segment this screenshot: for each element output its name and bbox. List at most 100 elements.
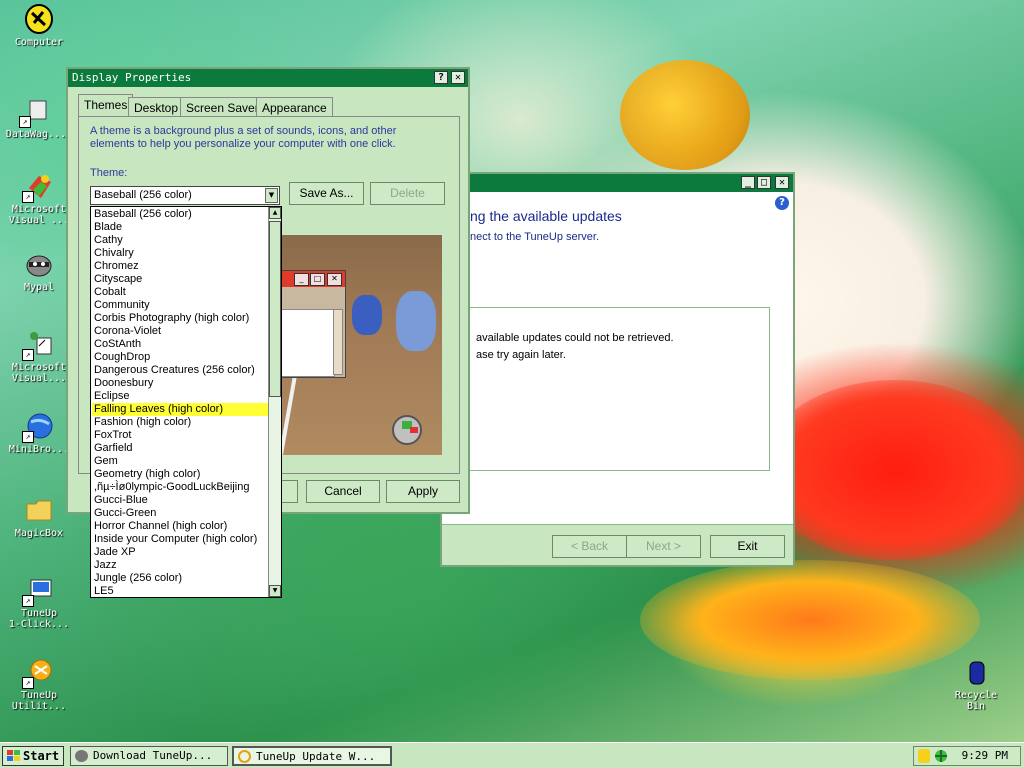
taskbar-item-download-tuneup[interactable]: Download TuneUp...	[70, 746, 228, 766]
theme-option[interactable]: Community	[92, 299, 268, 312]
preview-mini-titlebar: _ □ ✕	[279, 271, 345, 287]
back-button[interactable]: < Back	[552, 535, 627, 558]
shortcut-arrow-icon: ↗	[22, 595, 34, 607]
taskbar-item-label: Download TuneUp...	[93, 749, 213, 762]
computer-icon	[23, 3, 55, 35]
help-icon[interactable]: ?	[775, 196, 789, 210]
theme-option[interactable]: Corbis Photography (high color)	[92, 312, 268, 325]
theme-option[interactable]: Doonesbury	[92, 377, 268, 390]
theme-option[interactable]: LE5	[92, 585, 268, 597]
theme-option[interactable]: Chromez	[92, 260, 268, 273]
preview-baseball-umpire	[396, 291, 436, 351]
theme-option[interactable]: Corona-Violet	[92, 325, 268, 338]
scroll-down-arrow-icon[interactable]: ▼	[269, 585, 281, 597]
visual-studio-icon: ↗	[22, 170, 55, 203]
datawag-icon: ↗	[19, 95, 52, 128]
theme-option[interactable]: Inside your Computer (high color)	[92, 533, 268, 546]
desktop-icon-recycle-bin[interactable]: Recycle Bin	[940, 656, 1012, 712]
tab-appearance[interactable]: Appearance	[256, 97, 333, 117]
exit-button[interactable]: Exit	[710, 535, 785, 558]
next-button[interactable]: Next >	[626, 535, 701, 558]
theme-option[interactable]: Garfield	[92, 442, 268, 455]
theme-dropdown-list[interactable]: Baseball (256 color) Blade Cathy Chivalry Ch…	[90, 206, 282, 598]
theme-option[interactable]: Cobalt	[92, 286, 268, 299]
desktop-icon-label: MagicBox	[14, 528, 64, 539]
ok-button-partial[interactable]	[280, 480, 298, 503]
theme-option[interactable]: Horror Channel (high color)	[92, 520, 268, 533]
wallpaper-ball	[620, 60, 750, 170]
theme-option[interactable]: Gem	[92, 455, 268, 468]
theme-option[interactable]: CoStAnth	[92, 338, 268, 351]
system-tray: 9:29 PM	[913, 746, 1021, 766]
shortcut-arrow-icon: ↗	[22, 349, 34, 361]
folder-icon	[23, 494, 55, 526]
maximize-button[interactable]: □	[757, 176, 771, 189]
theme-select[interactable]: Baseball (256 color) ▼	[90, 186, 280, 205]
theme-option[interactable]: Jade XP	[92, 546, 268, 559]
theme-option[interactable]: ,ñµ÷Ìø0lympic-GoodLuckBeijing	[92, 481, 268, 494]
theme-option[interactable]: Cathy	[92, 234, 268, 247]
shortcut-arrow-icon: ↗	[19, 116, 31, 128]
visual-basic-icon: ↗	[22, 328, 55, 361]
desktop-icon-computer[interactable]: Computer	[3, 3, 75, 48]
desktop-icon-tuneup-utilities[interactable]: ↗ TuneUp Utilit...	[3, 656, 75, 712]
tab-screen-saver[interactable]: Screen Saver	[180, 97, 265, 117]
desktop-icon-label: Computer	[14, 37, 64, 48]
taskbar: Start Download TuneUp... TuneUp Update W…	[0, 742, 1024, 768]
scroll-thumb[interactable]	[269, 221, 281, 397]
theme-option[interactable]: FoxTrot	[92, 429, 268, 442]
desktop-icon-visual-basic[interactable]: ↗ Microsoft Visual...	[3, 328, 75, 384]
shortcut-arrow-icon: ↗	[22, 191, 34, 203]
theme-option[interactable]: Cityscape	[92, 273, 268, 286]
close-button[interactable]: ✕	[775, 176, 789, 189]
desktop-icon-magicbox[interactable]: MagicBox	[3, 494, 75, 539]
desktop-icon-mypal[interactable]: Mypal	[3, 248, 75, 293]
close-icon: ✕	[327, 273, 342, 286]
desktop-icon-label: TuneUp 1-Click...	[8, 608, 70, 630]
theme-option[interactable]: Jazz	[92, 559, 268, 572]
theme-option[interactable]: Geometry (high color)	[92, 468, 268, 481]
taskbar-item-tuneup-update[interactable]: TuneUp Update W...	[232, 746, 392, 766]
theme-option[interactable]: Dangerous Creatures (256 color)	[92, 364, 268, 377]
theme-option[interactable]: Baseball (256 color)	[92, 208, 268, 221]
desktop-icon-label: TuneUp Utilit...	[11, 690, 67, 712]
tuneup-message-line2: ase try again later.	[476, 349, 566, 361]
desktop-icon-minibrowser[interactable]: ↗ MiniBro...	[3, 410, 75, 455]
desktop-icon-datawag[interactable]: ↗ DataWag...	[0, 95, 72, 140]
desktop-icon-tuneup-1click[interactable]: ↗ TuneUp 1-Click...	[3, 574, 75, 630]
minimize-button[interactable]: _	[741, 176, 755, 189]
tray-pinwheel-icon[interactable]	[934, 749, 948, 763]
scroll-up-arrow-icon[interactable]: ▲	[269, 207, 281, 219]
theme-option[interactable]: Gucci-Green	[92, 507, 268, 520]
clock: 9:29 PM	[961, 749, 1008, 762]
chevron-down-icon[interactable]: ▼	[265, 188, 278, 203]
apply-button[interactable]: Apply	[386, 480, 460, 503]
shortcut-arrow-icon: ↗	[22, 431, 34, 443]
tuneup-update-window: _ □ ✕ ng the available updates nect to t…	[440, 172, 795, 567]
delete-button[interactable]: Delete	[370, 182, 445, 205]
desktop-icon-label: Mypal	[23, 282, 55, 293]
theme-option[interactable]: Chivalry	[92, 247, 268, 260]
cancel-button[interactable]: Cancel	[306, 480, 380, 503]
theme-option[interactable]: Blade	[92, 221, 268, 234]
dropdown-scrollbar[interactable]: ▲ ▼	[268, 207, 281, 597]
close-button[interactable]: ✕	[451, 71, 465, 84]
save-as-button[interactable]: Save As...	[289, 182, 364, 205]
theme-option[interactable]: CoughDrop	[92, 351, 268, 364]
desktop-icon-label: DataWag...	[5, 129, 67, 140]
tab-desktop[interactable]: Desktop	[128, 97, 185, 117]
desktop-icon-visual-studio[interactable]: ↗ Microsoft Visual ...	[3, 170, 75, 226]
taskbar-item-label: TuneUp Update W...	[256, 750, 376, 763]
tuneup-content-area: ng the available updates nect to the Tun…	[442, 192, 793, 524]
tuneup-heading: ng the available updates	[470, 208, 622, 224]
tray-network-icon[interactable]	[918, 749, 930, 763]
tab-themes[interactable]: Themes	[78, 94, 134, 117]
theme-option[interactable]: Fashion (high color)	[92, 416, 268, 429]
theme-option[interactable]: Gucci-Blue	[92, 494, 268, 507]
help-button[interactable]: ?	[434, 71, 448, 84]
theme-option[interactable]: Jungle (256 color)	[92, 572, 268, 585]
display-properties-titlebar: Display Properties ? ✕	[68, 69, 468, 87]
theme-option[interactable]: Eclipse	[92, 390, 268, 403]
start-button[interactable]: Start	[2, 746, 64, 766]
theme-option[interactable]: Falling Leaves (high color)	[92, 403, 268, 416]
